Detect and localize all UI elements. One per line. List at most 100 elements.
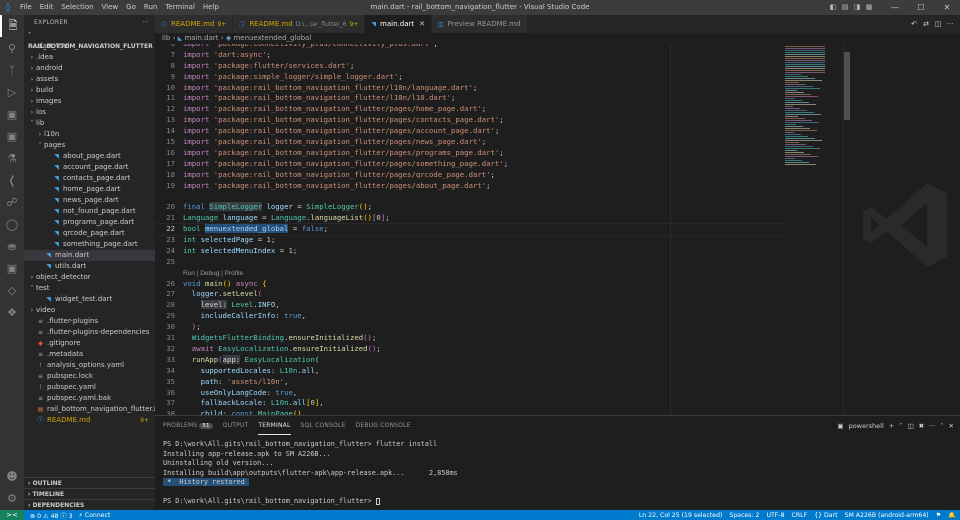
panel-tab-output[interactable]: OUTPUT (223, 416, 249, 435)
encoding-status[interactable]: UTF-8 (767, 512, 785, 519)
panel-tab-problems[interactable]: PROBLEMS 51 (163, 416, 213, 435)
scrollbar-thumb[interactable] (844, 52, 850, 120)
split-editor-icon[interactable]: ◫ (932, 20, 944, 28)
tree-item[interactable]: › video (24, 305, 155, 316)
account-icon[interactable]: ☻ (0, 465, 24, 487)
kill-terminal-icon[interactable]: ✖ (919, 422, 924, 430)
tree-item[interactable]: ≡ pubspec.lock (24, 371, 155, 382)
docker-icon[interactable]: ▣ (0, 257, 24, 279)
workspace-root[interactable]: ˅ RAIL_BOTTOM_NAVIGATION_FLUTTER (24, 30, 155, 50)
tree-item[interactable]: ! analysis_options.yaml (24, 360, 155, 371)
feedback-icon[interactable]: ⚑ (936, 512, 942, 519)
database-icon[interactable]: ⛂ (0, 235, 24, 257)
connect-status[interactable]: ⚡ Connect (79, 512, 111, 519)
tree-item[interactable]: › android (24, 63, 155, 74)
tree-item[interactable]: › l10n (24, 129, 155, 140)
menu-run[interactable]: Run (140, 0, 161, 15)
menu-edit[interactable]: Edit (36, 0, 58, 15)
toggle-panel-icon[interactable]: ▤ (839, 0, 851, 15)
tree-item[interactable]: ◥ home_page.dart (24, 184, 155, 195)
tree-item[interactable]: › build (24, 85, 155, 96)
problems-status[interactable]: ⊗ 0 ⚠ 48 ⓘ 3 (30, 511, 73, 520)
tree-item[interactable]: ◥ contacts_page.dart (24, 173, 155, 184)
tree-item[interactable]: ˅ lib (24, 118, 155, 129)
source-control-icon[interactable]: ᛉ (0, 59, 24, 81)
tree-item[interactable]: ◥ widget_test.dart (24, 294, 155, 305)
search-icon[interactable]: ⚲ (0, 37, 24, 59)
tree-item[interactable]: ◥ not_found_page.dart (24, 206, 155, 217)
tree-item[interactable]: ▤ rail_bottom_navigation_flutter.iml (24, 404, 155, 415)
maximize-panel-icon[interactable]: ˄ (940, 422, 943, 430)
menu-selection[interactable]: Selection (57, 0, 97, 15)
extensions-icon[interactable]: ▣ (0, 103, 24, 125)
run-debug-icon[interactable]: ▷ (0, 81, 24, 103)
tab-readme-md[interactable]: ⓘ README.md 9+ (155, 15, 234, 33)
customize-layout-icon[interactable]: ▦ (863, 0, 875, 15)
tree-item[interactable]: ≡ .flutter-plugins-dependencies (24, 327, 155, 338)
menu-help[interactable]: Help (199, 0, 223, 15)
github-icon[interactable]: ◯ (0, 213, 24, 235)
remote-indicator[interactable]: >< (0, 510, 24, 520)
minimap[interactable] (783, 44, 843, 415)
tab-readme-md[interactable]: ⓘ README.md D:\...\ar_flutter_6 9+ (233, 15, 366, 33)
panel-tab-debug-console[interactable]: DEBUG CONSOLE (356, 416, 411, 435)
compare-icon[interactable]: ⇄ (920, 20, 932, 28)
tree-item[interactable]: ◥ news_page.dart (24, 195, 155, 206)
tree-item[interactable]: ≡ .metadata (24, 349, 155, 360)
tree-item[interactable]: ◥ something_page.dart (24, 239, 155, 250)
terminal-dropdown-icon[interactable]: ˅ (899, 422, 902, 430)
menu-terminal[interactable]: Terminal (161, 0, 199, 15)
testing-icon[interactable]: ⚗ (0, 147, 24, 169)
bookmark-icon[interactable]: ❖ (0, 301, 24, 323)
breadcrumb-file[interactable]: main.dart (184, 34, 218, 42)
close-panel-icon[interactable]: ✕ (949, 422, 954, 430)
tree-item[interactable]: ⓘ README.md 9+ (24, 415, 155, 426)
tree-item[interactable]: ◥ about_page.dart (24, 151, 155, 162)
notifications-icon[interactable]: 🔔 (948, 511, 956, 519)
line-ending-status[interactable]: CRLF (792, 512, 808, 519)
menu-go[interactable]: Go (122, 0, 140, 15)
panel-more-icon[interactable]: ··· (929, 422, 935, 430)
tree-item[interactable]: › assets (24, 74, 155, 85)
tree-item[interactable]: › object_detector (24, 272, 155, 283)
tree-item[interactable]: › .dart_tool (24, 41, 155, 52)
panel-tab-sql-console[interactable]: SQL CONSOLE (301, 416, 346, 435)
maximize-button[interactable]: ☐ (908, 0, 934, 15)
tree-item[interactable]: ◆ .gitignore (24, 338, 155, 349)
cursor-position[interactable]: Ln 22, Col 25 (19 selected) (639, 512, 723, 519)
tab-main-dart[interactable]: ◥ main.dart ✕ (365, 15, 432, 33)
remote-explorer-icon[interactable]: ▣ (0, 125, 24, 147)
terminal-output[interactable]: PS D:\work\All.gits\rail_bottom_navigati… (155, 440, 960, 507)
section-timeline[interactable]: › TIMELINE (24, 488, 155, 499)
tree-item[interactable]: ˅ test (24, 283, 155, 294)
menu-view[interactable]: View (98, 0, 123, 15)
tree-item[interactable]: › images (24, 96, 155, 107)
close-window-button[interactable]: ✕ (934, 0, 960, 15)
code-editor[interactable]: 6import 'package:connectivity_plus/conne… (155, 44, 830, 415)
close-tab-icon[interactable]: ✕ (419, 20, 425, 28)
tree-item[interactable]: ˅ pages (24, 140, 155, 151)
tree-item[interactable]: › ios (24, 107, 155, 118)
language-mode[interactable]: {} Dart (814, 512, 837, 519)
tree-item[interactable]: ◥ utils.dart (24, 261, 155, 272)
files-icon[interactable]: 🗎 (0, 15, 24, 37)
section-outline[interactable]: › OUTLINE (24, 477, 155, 488)
toggle-secondary-sidebar-icon[interactable]: ◨ (851, 0, 863, 15)
explorer-more-actions[interactable]: ··· (142, 15, 149, 30)
split-terminal-icon[interactable]: ◫ (907, 422, 913, 430)
tree-item[interactable]: ◥ qrcode_page.dart (24, 228, 155, 239)
git-graph-icon[interactable]: ☍ (0, 191, 24, 213)
go-back-icon[interactable]: ↶ (908, 20, 920, 28)
tree-item[interactable]: ◥ main.dart (24, 250, 155, 261)
breadcrumb-folder[interactable]: lib (162, 34, 170, 42)
indentation-status[interactable]: Spaces: 2 (729, 512, 759, 519)
tree-item[interactable]: ≡ .flutter-plugins (24, 316, 155, 327)
menu-file[interactable]: File (16, 0, 36, 15)
section-dependencies[interactable]: › DEPENDENCIES (24, 499, 155, 510)
panel-tab-terminal[interactable]: TERMINAL (258, 416, 291, 435)
tree-item[interactable]: ◥ account_page.dart (24, 162, 155, 173)
tree-item[interactable]: › .idea (24, 52, 155, 63)
terminal-shell-name[interactable]: powershell (849, 422, 884, 430)
tree-item[interactable]: ! pubspec.yaml (24, 382, 155, 393)
settings-icon[interactable]: ⚙ (0, 487, 24, 509)
